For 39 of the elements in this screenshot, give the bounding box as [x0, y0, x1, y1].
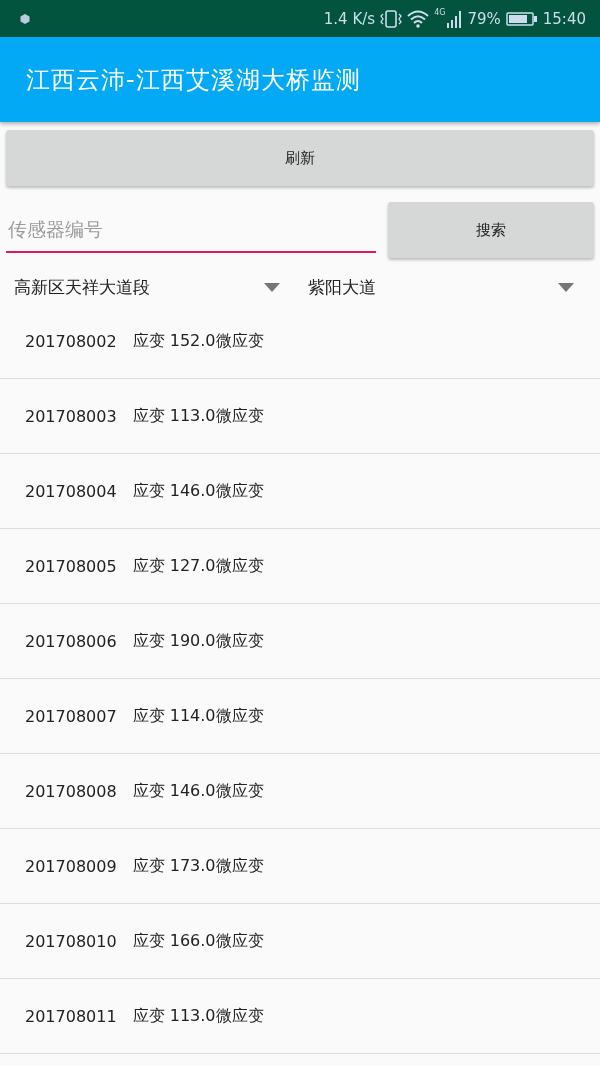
dropdown-arrow-icon — [558, 282, 574, 292]
sensor-id: 201708007 — [25, 706, 117, 726]
battery-percent: 79% — [467, 9, 501, 28]
strain-reading: 应变 113.0微应变 — [132, 405, 264, 427]
strain-reading: 应变 146.0微应变 — [132, 780, 264, 802]
dropdown-arrow-icon — [264, 282, 280, 292]
dropdown[interactable]: 高新区天祥大道段 — [6, 270, 300, 304]
sensor-id: 201708005 — [25, 556, 117, 576]
strain-reading: 应变 146.0微应变 — [132, 480, 264, 502]
strain-reading: 应变 113.0微应变 — [132, 1005, 264, 1027]
sensor-id: 201708003 — [25, 406, 117, 426]
dropdown-value: 高新区天祥大道段 — [14, 275, 150, 299]
strain-reading: 应变 166.0微应变 — [132, 930, 264, 952]
refresh-button[interactable]: 刷新 — [6, 130, 594, 186]
network-speed: 1.4 K/s — [323, 9, 376, 28]
sensor-id: 201708004 — [25, 481, 117, 501]
battery-icon — [505, 10, 538, 27]
strain-reading: 应变 173.0微应变 — [132, 855, 264, 877]
app-title: 江西云沛-江西艾溪湖大桥监测 — [26, 64, 361, 96]
strain-reading: 应变 114.0微应变 — [132, 705, 264, 727]
vibrate-icon — [380, 9, 403, 28]
strain-reading: 应变 127.0微应变 — [132, 555, 264, 577]
clock: 15:40 — [542, 9, 586, 28]
sensor-id: 201708011 — [25, 1006, 117, 1026]
sensor-id: 201708008 — [25, 781, 117, 801]
sensor-id: 201708009 — [25, 856, 117, 876]
strain-reading: 应变 190.0微应变 — [132, 630, 264, 652]
dropdown-value: 紫阳大道 — [308, 275, 376, 299]
strain-reading: 应变 152.0微应变 — [132, 330, 264, 352]
search-button[interactable]: 搜索 — [388, 202, 594, 258]
sensor-id: 201708010 — [25, 931, 117, 951]
dropdown[interactable]: 紫阳大道 — [300, 270, 594, 304]
network-type: 4G — [434, 8, 446, 17]
sensor-id: 201708006 — [25, 631, 117, 651]
wifi-icon — [407, 9, 430, 28]
sensor-id: 201708002 — [25, 331, 117, 351]
signal-icon — [446, 9, 463, 28]
sensor-id-field[interactable]: 传感器编号 — [6, 207, 376, 253]
notification-icon — [20, 13, 30, 24]
